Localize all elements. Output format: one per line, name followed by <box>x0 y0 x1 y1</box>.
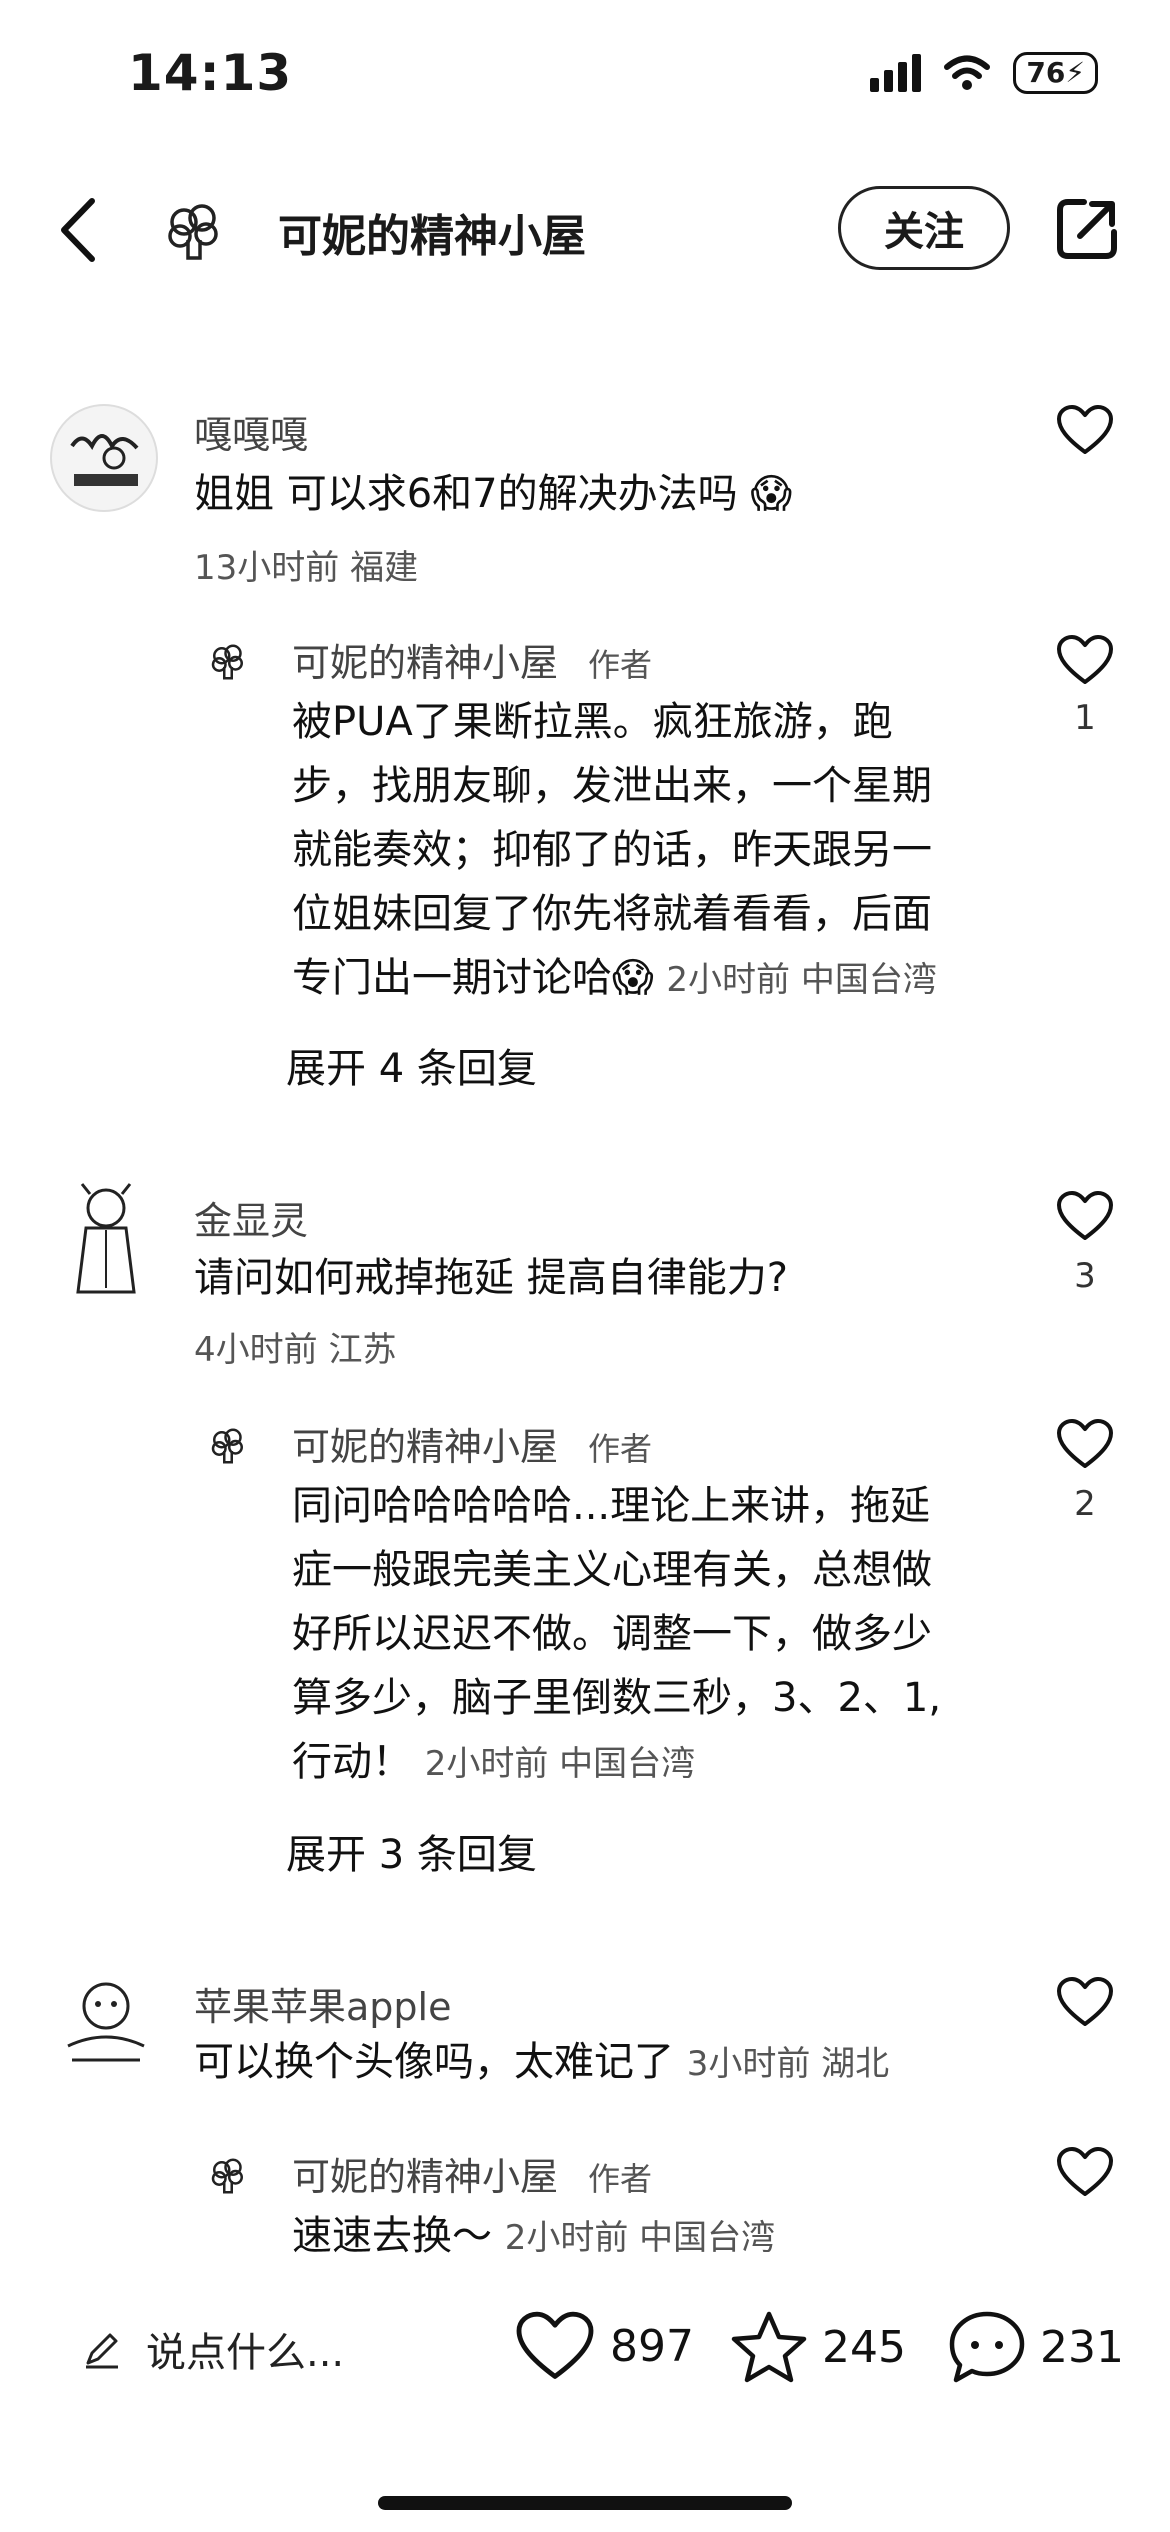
reply-text-content: 速速去换～ <box>292 2213 492 2259</box>
reply-line: 症一般跟完美主义心理有关，总想做 <box>292 1547 932 1593</box>
reply-line-text: 专门出一期讨论哈 <box>292 955 612 1001</box>
expand-replies-button[interactable]: 展开 4 条回复 <box>286 1036 537 1094</box>
like-count: 1 <box>1074 698 1096 738</box>
comment-count: 231 <box>1040 2321 1124 2373</box>
comment-text-content: 姐姐 可以求6和7的解决办法吗 <box>194 471 738 517</box>
expand-replies-button[interactable]: 展开 3 条回复 <box>286 1822 537 1880</box>
heart-icon[interactable] <box>1056 1976 1114 2028</box>
like-button[interactable]: 897 <box>514 2310 694 2382</box>
reply-line: 被PUA了果断拉黑。疯狂旅游，跑 <box>292 699 893 745</box>
comment-author[interactable]: 金显灵 <box>194 1190 308 1245</box>
battery-level: 76 <box>1026 56 1066 89</box>
favorite-button[interactable]: 245 <box>730 2310 906 2384</box>
reply-line-last: 行动！ 2小时前 中国台湾 <box>292 1730 1012 1796</box>
comment-input-placeholder: 说点什么... <box>146 2330 345 2376</box>
heart-icon <box>516 2311 594 2379</box>
like-count: 2 <box>1074 1484 1096 1524</box>
avatar-image <box>70 434 139 486</box>
author-tag: 作者 <box>588 1430 653 1468</box>
reply-author[interactable]: 可妮的精神小屋 作者 <box>292 2146 652 2201</box>
reply-author[interactable]: 可妮的精神小屋 作者 <box>292 1416 652 1471</box>
author-avatar-icon[interactable] <box>208 642 248 682</box>
comment-author[interactable]: 嘎嘎嘎 <box>194 404 308 459</box>
reply-author-name: 可妮的精神小屋 <box>292 1425 559 1469</box>
crying-face-emoji-icon: 😱 <box>612 955 654 1001</box>
reply-meta: 2小时前 中国台湾 <box>504 2218 776 2258</box>
reply-line: 步，找朋友聊，发泄出来，一个星期 <box>292 763 932 809</box>
comments-button[interactable]: 231 <box>948 2310 1124 2384</box>
back-button[interactable] <box>48 190 108 270</box>
favorite-count: 245 <box>822 2321 906 2373</box>
avatar[interactable] <box>58 1180 154 1300</box>
pencil-icon <box>86 2333 118 2369</box>
broccoli-logo-icon[interactable] <box>162 200 226 264</box>
like-count: 897 <box>610 2320 694 2372</box>
comment-input[interactable]: 说点什么... <box>82 2320 344 2378</box>
avatar-image <box>67 1982 145 2062</box>
reply-line: 位姐妹回复了你先将就着看看，后面 <box>292 891 932 937</box>
reply-meta: 2小时前 中国台湾 <box>424 1744 696 1784</box>
reply-line: 就能奏效；抑郁了的话，昨天跟另一 <box>292 827 932 873</box>
status-time: 14:13 <box>128 44 293 102</box>
avatar-image <box>76 1183 136 1294</box>
battery-indicator: 76⚡ <box>1013 52 1098 94</box>
chevron-left-icon <box>61 198 95 262</box>
home-indicator[interactable] <box>378 2496 792 2510</box>
reply-line: 同问哈哈哈哈哈...理论上来讲，拖延 <box>292 1483 931 1529</box>
chat-bubble-icon <box>949 2311 1025 2383</box>
page-title: 可妮的精神小屋 <box>278 211 586 262</box>
status-indicators: 76⚡ <box>870 52 1098 94</box>
wifi-icon <box>944 55 991 90</box>
heart-icon[interactable] <box>1056 634 1114 686</box>
follow-button[interactable]: 关注 <box>838 186 1010 270</box>
author-tag: 作者 <box>588 646 653 684</box>
reply-author-name: 可妮的精神小屋 <box>292 641 559 685</box>
comment-meta: 4小时前 江苏 <box>194 1330 397 1370</box>
reply-author[interactable]: 可妮的精神小屋 作者 <box>292 632 652 687</box>
comment-text: 可以换个头像吗，太难记了 3小时前 湖北 <box>194 2030 889 2096</box>
avatar[interactable] <box>50 404 158 512</box>
comment-text: 姐姐 可以求6和7的解决办法吗 😱 <box>194 462 792 526</box>
reply-line-text: 行动！ <box>292 1739 412 1785</box>
author-tag: 作者 <box>588 2160 653 2198</box>
share-icon[interactable] <box>1054 196 1120 262</box>
comment-meta: 13小时前 福建 <box>194 548 419 588</box>
reply-line: 算多少，脑子里倒数三秒，3、2、1, <box>292 1675 942 1721</box>
heart-icon[interactable] <box>1056 2146 1114 2198</box>
comment-author[interactable]: 苹果苹果apple <box>194 1976 451 2031</box>
reply-line: 好所以迟迟不做。调整一下，做多少 <box>292 1611 932 1657</box>
star-icon <box>731 2311 807 2383</box>
reply-text: 速速去换～ 2小时前 中国台湾 <box>292 2204 775 2270</box>
heart-icon[interactable] <box>1056 404 1114 456</box>
heart-icon[interactable] <box>1056 1418 1114 1470</box>
reply-meta: 2小时前 中国台湾 <box>666 960 937 1000</box>
reply-line-last: 专门出一期讨论哈😱 2小时前 中国台湾 <box>292 946 1012 1012</box>
heart-icon[interactable] <box>1056 1190 1114 1242</box>
avatar[interactable] <box>52 1968 160 2076</box>
author-avatar-icon[interactable] <box>208 2156 248 2196</box>
reply-author-name: 可妮的精神小屋 <box>292 2155 559 2199</box>
reply-text: 被PUA了果断拉黑。疯狂旅游，跑 步，找朋友聊，发泄出来，一个星期 就能奏效；抑… <box>292 690 1012 1012</box>
author-avatar-icon[interactable] <box>208 1426 248 1466</box>
reply-text: 同问哈哈哈哈哈...理论上来讲，拖延 症一般跟完美主义心理有关，总想做 好所以迟… <box>292 1474 1012 1796</box>
comment-text: 请问如何戒掉拖延 提高自律能力? <box>194 1255 788 1301</box>
comment-meta: 3小时前 湖北 <box>686 2044 890 2084</box>
cellular-signal-icon <box>870 54 922 92</box>
like-count: 3 <box>1074 1256 1096 1296</box>
crying-face-emoji-icon: 😱 <box>750 471 793 517</box>
comment-text-content: 可以换个头像吗，太难记了 <box>194 2039 674 2085</box>
